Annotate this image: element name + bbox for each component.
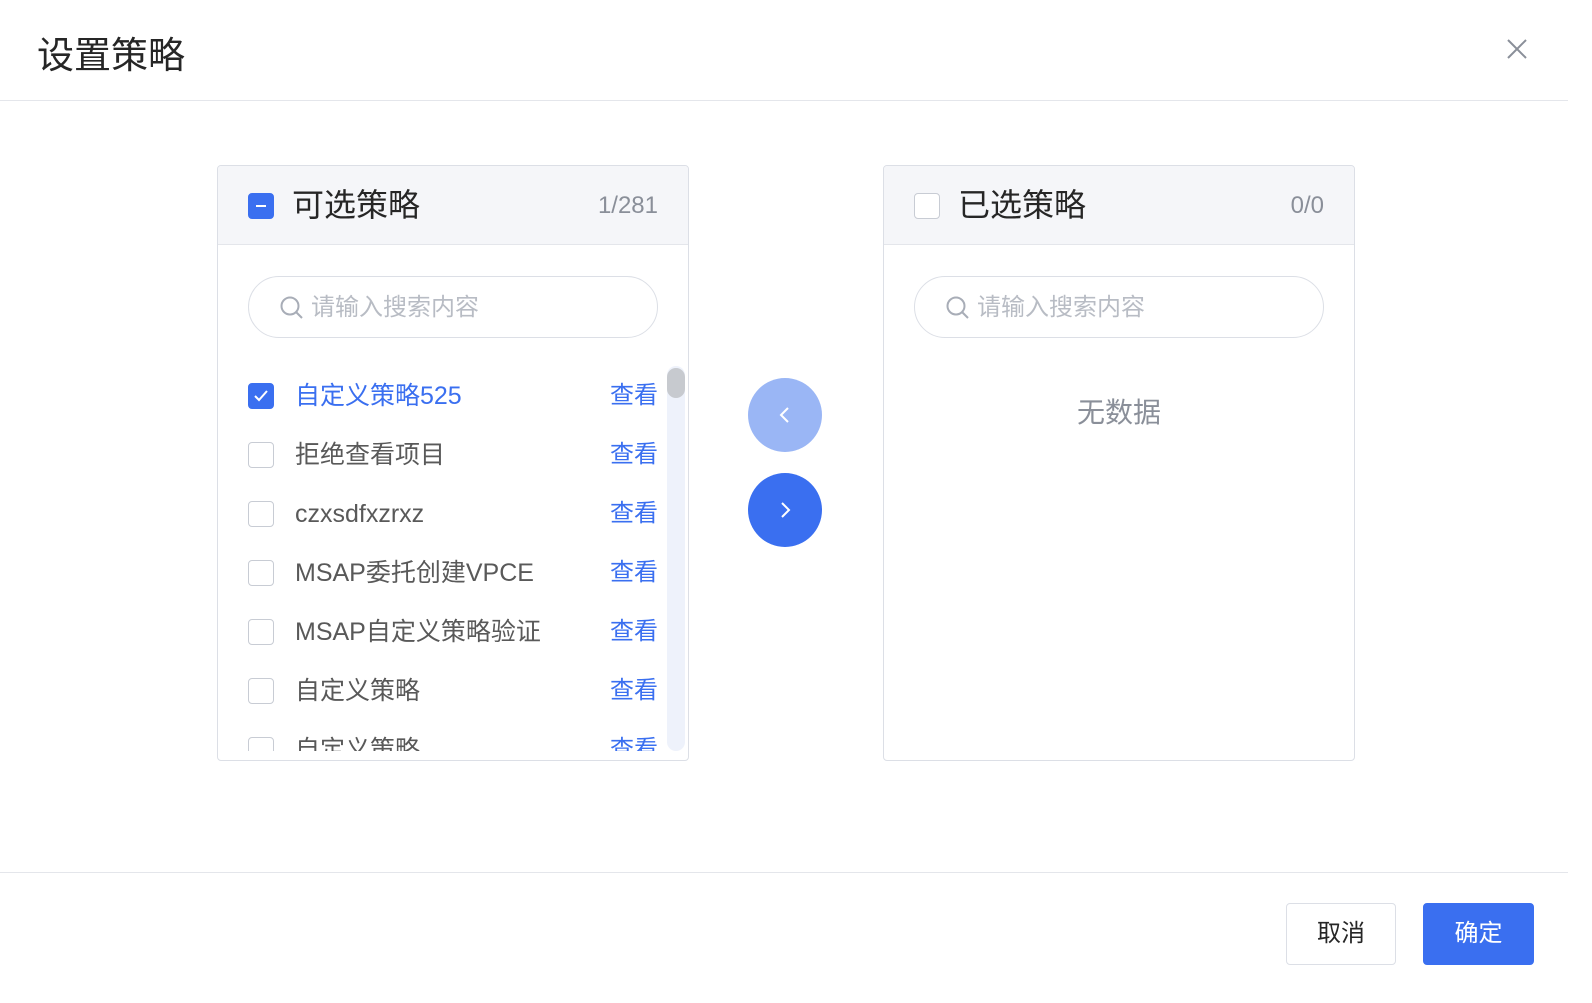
view-link[interactable]: 查看: [610, 439, 658, 471]
selected-policies-count: 0/0: [1290, 192, 1324, 219]
list-item[interactable]: 自定义策略 查看: [218, 720, 658, 751]
chevron-left-icon: [779, 407, 789, 423]
confirm-button[interactable]: 确定: [1423, 903, 1534, 965]
available-policies-title: 可选策略: [292, 187, 421, 223]
list-item[interactable]: 自定义策略 查看: [218, 661, 658, 720]
search-icon: [280, 296, 303, 319]
view-link[interactable]: 查看: [610, 380, 658, 412]
scrollbar-track[interactable]: [667, 366, 685, 751]
selected-policies-panel: 已选策略 0/0 无数据: [883, 165, 1355, 761]
item-label: MSAP委托创建VPCE: [295, 559, 534, 587]
item-label: czxsdfxzrxz: [295, 500, 425, 528]
dialog-header: 设置策略: [0, 0, 1568, 101]
list-item[interactable]: MSAP委托创建VPCE 查看: [218, 543, 658, 602]
item-label: MSAP自定义策略验证: [295, 618, 541, 646]
item-checkbox[interactable]: [248, 737, 274, 751]
dialog-title: 设置策略: [37, 35, 185, 76]
view-link[interactable]: 查看: [610, 498, 658, 530]
empty-state-text: 无数据: [1076, 397, 1161, 428]
available-policies-list[interactable]: 自定义策略525 查看 拒绝查看项目 查看 czxsdfxzrxz 查看 MSA…: [218, 366, 688, 751]
available-policies-header: 可选策略 1/281: [218, 166, 688, 245]
list-item[interactable]: 自定义策略525 查看: [218, 366, 658, 425]
move-right-button[interactable]: [748, 473, 822, 547]
available-policies-panel: 可选策略 1/281 自定义策略525 查看 拒绝查看: [217, 165, 689, 761]
selected-search-box: [914, 276, 1324, 338]
available-search-input[interactable]: [309, 287, 643, 329]
select-all-selected-checkbox[interactable]: [914, 193, 940, 219]
selected-policies-header: 已选策略 0/0: [884, 166, 1354, 245]
item-label: 自定义策略: [295, 677, 421, 705]
item-label: 自定义策略: [295, 736, 421, 751]
item-checkbox[interactable]: [248, 501, 274, 527]
view-link[interactable]: 查看: [610, 675, 658, 707]
list-item[interactable]: 拒绝查看项目 查看: [218, 425, 658, 484]
search-icon: [946, 296, 969, 319]
item-label: 拒绝查看项目: [295, 441, 446, 469]
item-checkbox[interactable]: [248, 383, 274, 409]
available-search-box: [248, 276, 658, 338]
close-icon[interactable]: [1500, 32, 1534, 66]
item-checkbox[interactable]: [248, 678, 274, 704]
list-item[interactable]: czxsdfxzrxz 查看: [218, 484, 658, 543]
set-policy-dialog: 设置策略 可选策略 1/281 请输入搜索内容 自定义策略525 查看 拒绝查看…: [0, 0, 1592, 1003]
item-label: 自定义策略525: [295, 382, 462, 410]
item-checkbox[interactable]: [248, 619, 274, 645]
select-all-available-checkbox[interactable]: [248, 193, 274, 219]
chevron-right-icon: [781, 502, 791, 518]
list-item[interactable]: MSAP自定义策略验证 查看: [218, 602, 658, 661]
view-link[interactable]: 查看: [610, 616, 658, 648]
footer-divider: [0, 872, 1568, 873]
cancel-button[interactable]: 取消: [1286, 903, 1396, 965]
view-link[interactable]: 查看: [610, 557, 658, 589]
checkmark-icon: [254, 390, 268, 402]
move-left-button[interactable]: [748, 378, 822, 452]
selected-policies-title: 已选策略: [958, 187, 1087, 223]
item-checkbox[interactable]: [248, 442, 274, 468]
selected-search-input[interactable]: [975, 287, 1309, 329]
item-checkbox[interactable]: [248, 560, 274, 586]
view-link[interactable]: 查看: [610, 734, 658, 751]
available-policies-count: 1/281: [597, 192, 658, 219]
scrollbar-thumb[interactable]: [667, 368, 685, 398]
